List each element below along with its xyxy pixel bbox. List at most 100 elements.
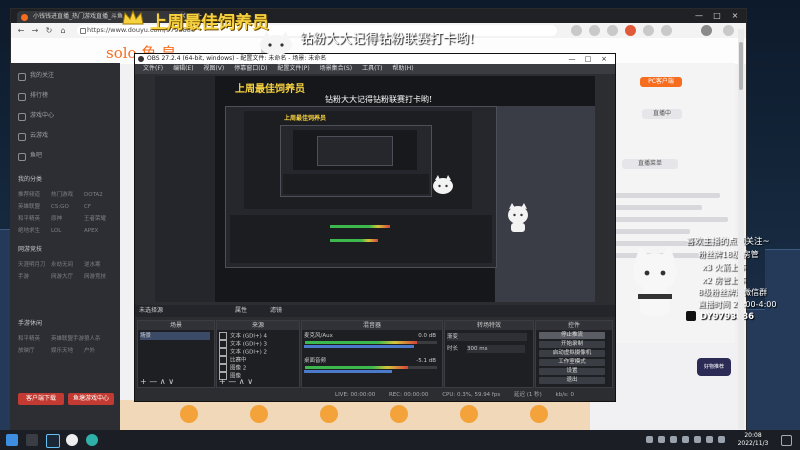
volume-icon[interactable] [694,436,701,443]
category-link[interactable]: 英雄联盟 [18,203,51,212]
category-link[interactable]: CF [84,203,117,212]
exit-button[interactable]: 退出 [539,377,605,384]
profile-avatar[interactable] [701,25,712,36]
game-center-button[interactable]: 鱼塘游戏中心 [68,393,114,405]
category-link[interactable]: 娱乐天地 [51,347,84,356]
category-link[interactable]: 热门游戏 [51,191,84,200]
menu-tools[interactable]: 工具(T) [362,64,382,74]
scene-controls[interactable]: + — ∧ ∨ [140,378,174,386]
source-item[interactable]: 图像 2 [219,364,246,372]
language-icon[interactable] [718,436,725,443]
category-link[interactable]: CS:GO [51,203,84,212]
settings-button[interactable]: 设置 [539,368,605,375]
nested-best-title-2: 上周最佳饲养员 [284,115,327,122]
transition-select[interactable]: 渐变 [447,333,527,341]
studio-mode-button[interactable]: 工作室模式 [539,359,605,366]
menu-edit[interactable]: 编辑(E) [173,64,193,74]
gift-icon[interactable] [460,405,478,423]
gift-icon[interactable] [250,405,268,423]
virtual-camera-button[interactable]: 启动虚拟摄像机 [539,350,605,357]
category-link[interactable]: 和平精英 [18,335,51,344]
tray-app-icon[interactable] [658,436,665,443]
obs-close-button[interactable]: × [597,54,611,64]
source-controls[interactable]: + — ∧ ∨ [219,378,253,386]
category-link[interactable]: 网游竞技 [84,273,117,282]
category-link[interactable]: 户外 [84,347,117,356]
source-item[interactable]: 比赛中 [219,356,247,364]
gift-icon[interactable] [530,405,548,423]
obs-icon[interactable] [66,434,78,446]
minimize-button[interactable]: — [691,9,707,23]
refresh-icon[interactable]: ↻ [43,25,55,36]
nav-section-label: 手游休闲 [18,320,43,327]
menu-profile[interactable]: 配置文件(P) [277,64,309,74]
category-link[interactable]: 狼人杀 [84,335,117,344]
scenes-header: 场景 [138,321,214,330]
category-link[interactable]: 绝地求生 [18,227,51,236]
filters-button[interactable]: 滤镜 [270,305,282,317]
extension-icon[interactable] [571,25,582,36]
scene-item[interactable]: 场景 [140,332,210,340]
category-link[interactable]: DOTA2 [84,191,117,200]
gift-icon[interactable] [180,405,198,423]
properties-button[interactable]: 属性 [235,305,247,317]
category-link[interactable]: 放映厅 [18,347,51,356]
gift-icon[interactable] [320,405,338,423]
source-item[interactable]: 文本 (GDI+) 4 [219,332,267,340]
heart-icon[interactable] [643,25,654,36]
category-link[interactable]: 手游 [18,273,51,282]
douyu-extension-icon[interactable] [625,25,636,36]
tray-app-icon[interactable] [670,436,677,443]
menu-file[interactable]: 文件(F) [143,64,163,74]
more-menu-icon[interactable] [723,25,734,36]
promo-sticker[interactable]: 好物推荐 [697,358,731,376]
stop-streaming-button[interactable]: 停止推流 [539,332,605,339]
obs-maximize-button[interactable]: □ [581,54,595,64]
notification-icon[interactable] [781,435,792,446]
category-link[interactable]: LOL [51,227,84,236]
category-link[interactable]: 王者荣耀 [84,215,117,224]
close-button[interactable]: × [727,9,743,23]
downloads-icon[interactable] [661,25,672,36]
category-link[interactable]: 天涯明月刀 [18,261,51,270]
category-link[interactable]: 英雄联盟手游 [51,335,84,344]
menu-docks[interactable]: 停靠窗口(D) [234,64,267,74]
source-item[interactable]: 文本 (GDI+) 3 [219,340,267,348]
pc-client-button[interactable]: PC客户端 [640,77,682,87]
collections-icon[interactable] [607,25,618,36]
live-menu-button[interactable]: 直播菜单 [622,159,678,169]
obs-preview[interactable]: 上周最佳饲养员 钻粉大大记得钻粉联赛打卡哟! 上周最佳饲养员 [155,76,595,302]
favorites-icon[interactable] [589,25,600,36]
category-link[interactable]: 推荐频道 [18,191,51,200]
page-scrollbar-thumb[interactable] [739,42,743,90]
maximize-button[interactable]: □ [709,9,725,23]
network-icon[interactable] [682,436,689,443]
desktop-volume-slider[interactable] [304,370,392,373]
forward-arrow-icon[interactable]: → [29,25,41,36]
source-item[interactable]: 文本 (GDI+) 2 [219,348,267,356]
windows-icon[interactable] [6,434,18,446]
steam-icon[interactable] [46,434,60,448]
tray-arrow-icon[interactable] [646,436,653,443]
category-link[interactable]: 逆水寒 [84,261,117,270]
menu-view[interactable]: 视图(V) [203,64,224,74]
mic-volume-slider[interactable] [304,345,414,348]
category-link[interactable]: 永劫无间 [51,261,84,270]
obs-minimize-button[interactable]: — [565,54,579,64]
category-link[interactable]: APEX [84,227,117,236]
gift-icon[interactable] [390,405,408,423]
edge-icon[interactable] [86,434,98,446]
ime-icon[interactable] [706,436,713,443]
start-recording-button[interactable]: 开始录制 [539,341,605,348]
taskbar-clock[interactable]: 20:08 2022/11/3 [736,432,770,448]
home-icon[interactable]: ⌂ [57,25,69,36]
menu-help[interactable]: 帮助(H) [392,64,413,74]
search-icon[interactable] [26,434,38,446]
menu-scene-collection[interactable]: 场景集合(S) [320,64,353,74]
category-link[interactable]: 和平精英 [18,215,51,224]
category-link[interactable]: 网游大厅 [51,273,84,282]
category-link[interactable]: 原神 [51,215,84,224]
back-arrow-icon[interactable]: ← [15,25,27,36]
duration-input[interactable]: 300 ms [467,345,525,353]
client-download-button[interactable]: 客户端下载 [18,393,64,405]
